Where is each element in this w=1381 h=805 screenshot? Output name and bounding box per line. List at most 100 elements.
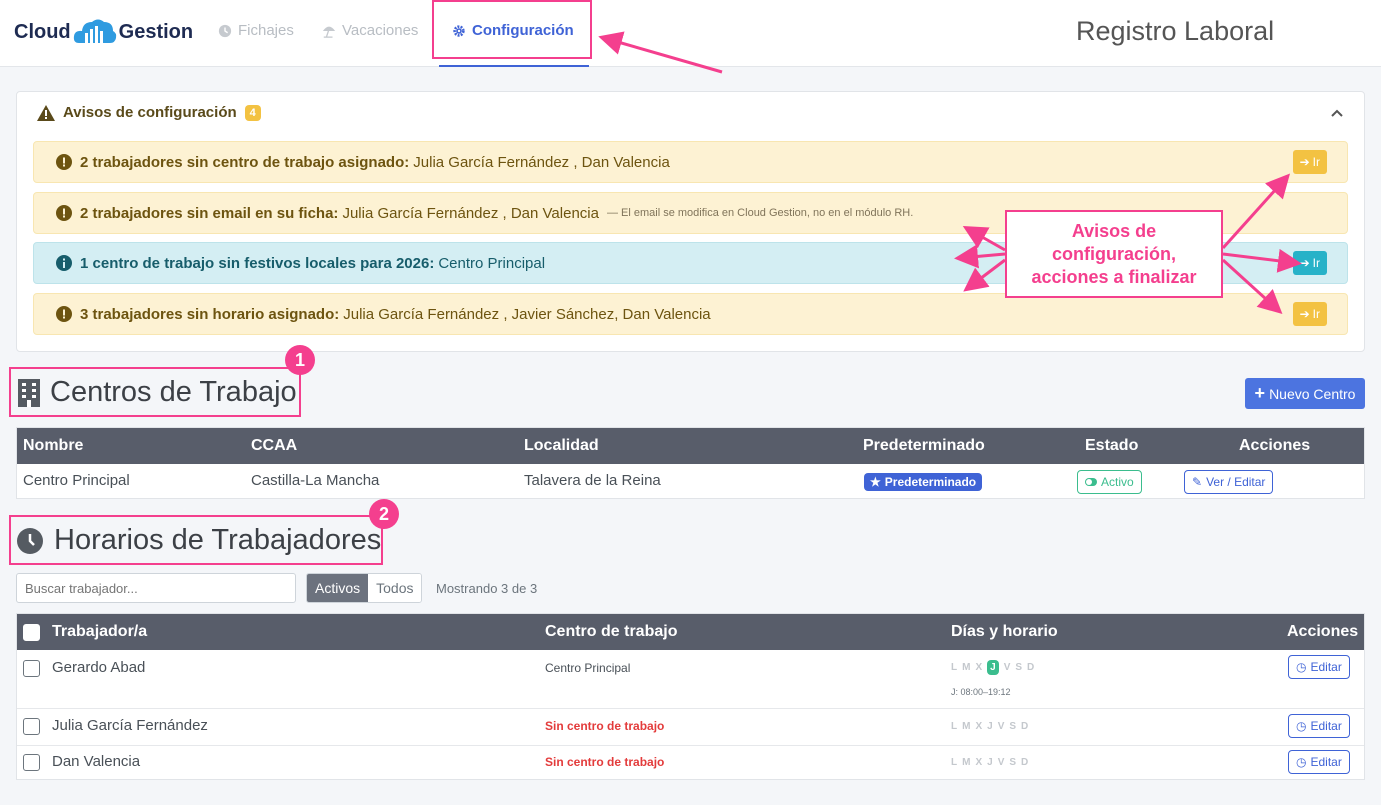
column-header[interactable]: Días y horario: [951, 623, 1058, 641]
row-divider: [17, 708, 1364, 709]
exclamation-circle-icon: [56, 154, 72, 170]
arrow-right-icon: ➔: [1299, 256, 1310, 270]
day-letter: M: [962, 757, 976, 768]
day-letter: D: [1021, 757, 1034, 768]
callout-line: acciones a finalizar: [1031, 267, 1197, 287]
nav-fichajes[interactable]: Fichajes: [218, 22, 294, 39]
day-letter: V: [997, 757, 1010, 768]
exclamation-circle-icon: [56, 205, 72, 221]
day-letter: J: [987, 757, 998, 768]
arrow-right-icon: ➔: [1299, 307, 1310, 321]
aviso-bold: 3 trabajadores sin horario asignado:: [80, 305, 340, 323]
column-header[interactable]: Centro de trabajo: [545, 623, 677, 641]
aviso-bold: 2 trabajadores sin email en su ficha:: [80, 204, 339, 222]
clock-icon: [17, 527, 43, 554]
search-input[interactable]: [16, 573, 296, 603]
day-letter: L: [951, 662, 963, 673]
annotation-callout: Avisos de configuración, acciones a fina…: [1005, 210, 1223, 298]
worker-name: Dan Valencia: [52, 753, 141, 770]
go-button-label: Ir: [1312, 256, 1320, 270]
row-checkbox[interactable]: [23, 754, 40, 776]
column-header[interactable]: Estado: [1085, 437, 1138, 455]
aviso-note: — El email se modifica en Cloud Gestion,…: [606, 207, 914, 219]
plus-icon: +: [1254, 383, 1266, 403]
logo-text-right: Gestion: [118, 20, 194, 43]
avisos-header[interactable]: Avisos de configuración 4: [37, 104, 261, 121]
editar-button[interactable]: ◷ Editar: [1288, 750, 1350, 774]
day-letter: V: [1003, 662, 1016, 673]
day-letter: S: [1009, 757, 1022, 768]
aviso-bold: 2 trabajadores sin centro de trabajo asi…: [80, 153, 410, 171]
weekdays: LMXJVSD: [951, 721, 1033, 732]
ver-editar-label: Ver / Editar: [1206, 475, 1266, 489]
column-header[interactable]: Localidad: [524, 437, 599, 455]
avisos-count-badge: 4: [244, 104, 261, 121]
table-header: Trabajador/a Centro de trabajo Días y ho…: [17, 614, 1364, 650]
day-letter: M: [962, 662, 976, 673]
select-all-checkbox[interactable]: [23, 624, 40, 646]
day-letter: X: [975, 757, 988, 768]
aviso-text: Julia García Fernández , Dan Valencia: [413, 153, 670, 171]
callout-line: configuración,: [1051, 244, 1176, 264]
cloudgestion-logo[interactable]: Cloud Gestion: [14, 16, 193, 48]
active-tab-indicator: [439, 65, 589, 67]
aviso-item: 2 trabajadores sin centro de trabajo asi…: [33, 141, 1348, 183]
filter-todos[interactable]: Todos: [368, 574, 422, 602]
go-button-label: Ir: [1312, 307, 1320, 321]
column-header[interactable]: Nombre: [23, 437, 83, 455]
column-header[interactable]: Trabajador/a: [52, 623, 147, 641]
row-checkbox[interactable]: [23, 660, 40, 682]
go-button[interactable]: ➔ Ir: [1292, 150, 1327, 174]
aviso-item: 3 trabajadores sin horario asignado: Jul…: [33, 293, 1348, 335]
aviso-text: Julia García Fernández , Dan Valencia: [342, 204, 599, 222]
nuevo-centro-button[interactable]: + Nuevo Centro: [1245, 378, 1365, 409]
annotation-number-badge: 1: [285, 345, 315, 375]
section-title-centros: Centros de Trabajo: [18, 376, 297, 409]
go-button[interactable]: ➔ Ir: [1292, 302, 1327, 326]
ver-editar-button[interactable]: ✎ Ver / Editar: [1184, 470, 1274, 494]
nav-vacaciones[interactable]: Vacaciones: [322, 22, 418, 39]
clock-icon: ◷: [1296, 719, 1307, 733]
editar-button[interactable]: ◷ Editar: [1288, 655, 1350, 679]
column-header[interactable]: CCAA: [251, 437, 297, 455]
weekdays: LMXJVSD: [951, 660, 1039, 675]
predeterminado-label: Predeterminado: [884, 475, 977, 489]
nuevo-centro-label: Nuevo Centro: [1269, 385, 1356, 402]
centro-ccaa: Castilla-La Mancha: [251, 472, 380, 489]
editar-label: Editar: [1310, 719, 1342, 733]
estado-label: Activo: [1101, 475, 1134, 489]
arrow-right-icon: ➔: [1299, 155, 1310, 169]
clock-icon: [218, 24, 232, 37]
weekdays: LMXJVSD: [951, 757, 1033, 768]
exclamation-circle-icon: [56, 306, 72, 322]
go-button[interactable]: ➔ Ir: [1292, 251, 1327, 275]
day-letter: S: [1015, 662, 1028, 673]
day-letter: L: [951, 721, 963, 732]
horarios-title: Horarios de Trabajadores: [54, 524, 382, 556]
worker-centro: Centro Principal: [545, 661, 631, 675]
day-letter: D: [1027, 662, 1040, 673]
worker-name: Julia García Fernández: [52, 717, 208, 734]
predeterminado-badge: ★ Predeterminado: [864, 473, 983, 491]
column-header[interactable]: Acciones: [1239, 437, 1310, 455]
estado-toggle[interactable]: Activo: [1077, 470, 1142, 494]
section-title-horarios: Horarios de Trabajadores: [16, 524, 381, 557]
column-header[interactable]: Acciones: [1287, 623, 1358, 641]
aviso-text: Centro Principal: [438, 254, 546, 272]
chevron-up-icon[interactable]: [1330, 106, 1344, 120]
column-header[interactable]: Predeterminado: [863, 437, 985, 455]
star-icon: ★: [870, 475, 881, 489]
day-letter: X: [975, 662, 988, 673]
row-checkbox[interactable]: [23, 718, 40, 740]
aviso-text: Julia García Fernández , Javier Sánchez,…: [343, 305, 711, 323]
editar-button[interactable]: ◷ Editar: [1288, 714, 1350, 738]
app-title: Registro Laboral: [1076, 16, 1275, 46]
showing-count: Mostrando 3 de 3: [436, 581, 538, 596]
filter-toggle: Activos Todos: [306, 573, 423, 603]
day-letter: L: [951, 757, 963, 768]
clock-icon: ◷: [1296, 660, 1307, 674]
top-navbar: Cloud Gestion Fichajes Vacaciones Config…: [0, 0, 1381, 67]
day-letter: J: [987, 721, 998, 732]
avisos-title: Avisos de configuración: [63, 104, 237, 121]
filter-activos[interactable]: Activos: [307, 574, 369, 602]
